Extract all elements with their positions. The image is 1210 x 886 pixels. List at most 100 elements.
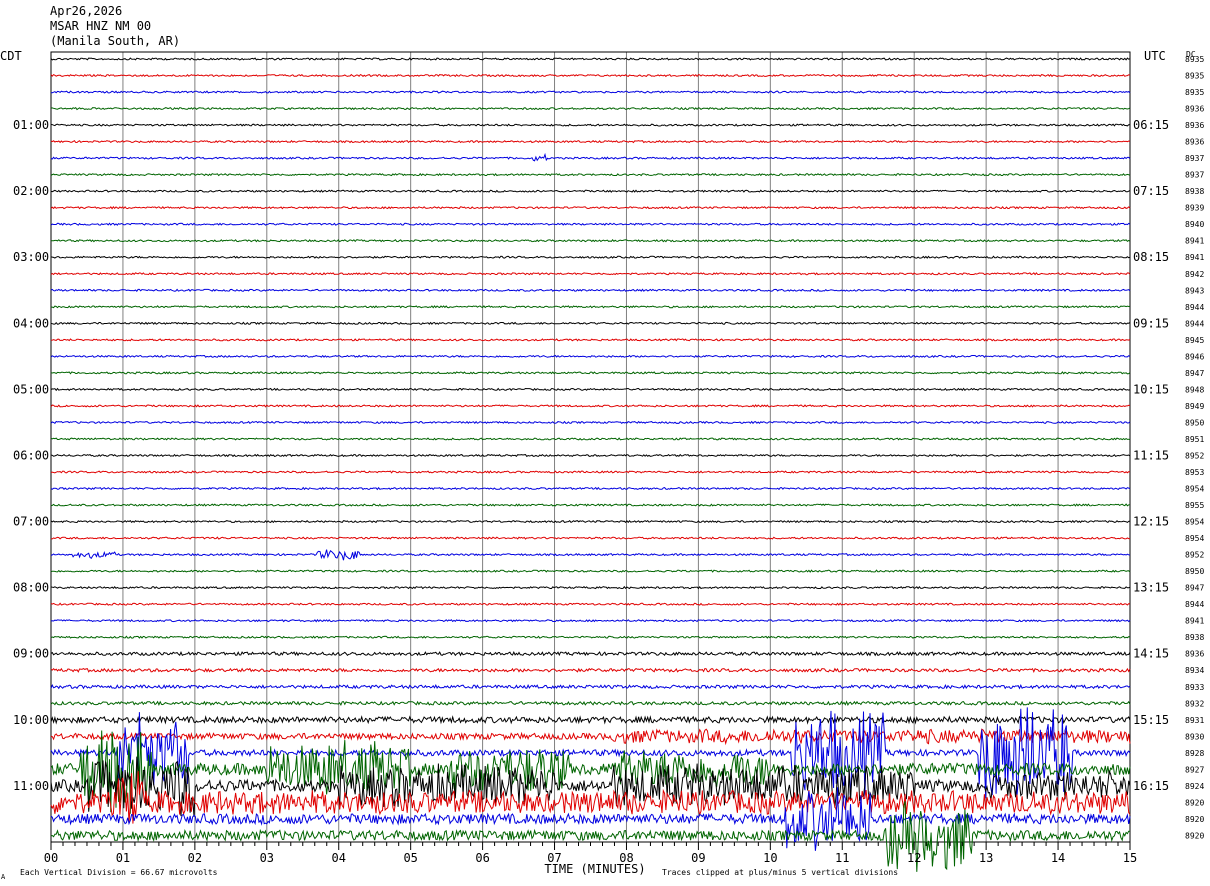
dc-offset-label: 8950: [1185, 567, 1204, 576]
x-tick-label: 10: [763, 851, 777, 865]
dc-offset-label: 8949: [1185, 402, 1204, 411]
trace-line: [50, 189, 1131, 193]
trace-line: [50, 549, 1131, 561]
dc-offset-label: 8954: [1185, 518, 1204, 527]
dc-offset-label: 8934: [1185, 666, 1204, 675]
trace-line: [51, 90, 1131, 94]
trace-line: [50, 272, 1131, 276]
trace-line: [50, 700, 1131, 706]
trace-line: [50, 354, 1131, 358]
trace-line: [50, 715, 1131, 725]
utc-time-label: 12:15: [1133, 515, 1169, 529]
x-tick-label: 06: [475, 851, 489, 865]
trace-line: [50, 57, 1131, 61]
trace-line: [50, 222, 1131, 226]
dc-offset-label: 8936: [1185, 650, 1204, 659]
utc-time-label: 09:15: [1133, 316, 1169, 330]
trace-line: [50, 618, 1131, 623]
corner-mark: A: [1, 873, 6, 881]
dc-offset-label: 8936: [1185, 105, 1204, 114]
dc-offset-label: 8938: [1185, 187, 1204, 196]
dc-offset-label: 8948: [1185, 385, 1204, 394]
utc-time-label: 14:15: [1133, 647, 1169, 661]
x-tick-label: 00: [44, 851, 58, 865]
dc-offset-label: 8920: [1185, 815, 1204, 824]
dc-offset-label: 8955: [1185, 501, 1204, 510]
dc-offset-label: 8937: [1185, 171, 1204, 180]
trace-line: [50, 635, 1131, 639]
trace-line: [50, 519, 1131, 524]
dc-offset-label: 8928: [1185, 749, 1204, 758]
trace-line: [50, 73, 1131, 78]
dc-offset-label: 8936: [1185, 138, 1204, 147]
trace-line: [50, 683, 1131, 690]
trace-line: [50, 437, 1131, 441]
footer-clip-note: Traces clipped at plus/minus 5 vertical …: [662, 868, 898, 877]
trace-line: [50, 667, 1131, 673]
dc-offset-label: 8944: [1185, 600, 1204, 609]
x-tick-label: 05: [403, 851, 417, 865]
cdt-axis-label: CDT: [0, 49, 22, 63]
utc-time-label: 06:15: [1133, 118, 1169, 132]
dc-offset-label: 8947: [1185, 584, 1204, 593]
cdt-time-label: 05:00: [13, 382, 49, 396]
x-tick-label: 03: [260, 851, 274, 865]
dc-offset-label: 8920: [1185, 798, 1204, 807]
dc-label: DC: [1186, 50, 1196, 59]
trace-line: [50, 387, 1131, 392]
trace-line: [50, 152, 1131, 162]
x-axis-title: TIME (MINUTES): [544, 862, 645, 876]
dc-offset-label: 8954: [1185, 534, 1204, 543]
cdt-time-label: 03:00: [13, 250, 49, 264]
trace-line: [50, 569, 1131, 573]
cdt-time-label: 08:00: [13, 581, 49, 595]
trace-line: [50, 602, 1131, 606]
dc-offset-label: 8938: [1185, 633, 1204, 642]
x-tick-label: 13: [979, 851, 993, 865]
cdt-time-label: 01:00: [13, 118, 49, 132]
dc-offset-label: 8942: [1185, 270, 1204, 279]
trace-line: [51, 536, 1131, 540]
x-tick-label: 12: [907, 851, 921, 865]
dc-offset-label: 8933: [1185, 683, 1204, 692]
dc-offset-label: 8941: [1185, 237, 1204, 246]
cdt-time-label: 11:00: [13, 779, 49, 793]
dc-offset-label: 8924: [1185, 782, 1204, 791]
dc-offset-label: 8943: [1185, 286, 1204, 295]
trace-line: [50, 420, 1131, 425]
footer-scale-note: Each Vertical Division = 66.67 microvolt…: [20, 868, 218, 877]
x-tick-label: 02: [188, 851, 202, 865]
trace-line: [51, 239, 1131, 243]
cdt-time-label: 10:00: [13, 713, 49, 727]
dc-offset-label: 8930: [1185, 732, 1204, 741]
dc-offset-label: 8927: [1185, 765, 1204, 774]
x-tick-label: 04: [332, 851, 346, 865]
trace-line: [50, 486, 1131, 491]
trace-line: [50, 404, 1131, 408]
dc-offset-label: 8944: [1185, 319, 1204, 328]
cdt-time-label: 04:00: [13, 316, 49, 330]
utc-time-label: 13:15: [1133, 581, 1169, 595]
trace-line: [50, 453, 1131, 458]
trace-line: [50, 106, 1131, 111]
trace-line: [50, 585, 1131, 590]
x-tick-label: 09: [691, 851, 705, 865]
dc-offset-label: 8954: [1185, 485, 1204, 494]
dc-offset-label: 8935: [1185, 88, 1204, 97]
dc-offset-label: 8945: [1185, 336, 1204, 345]
trace-line: [50, 651, 1131, 657]
dc-offset-label: 8952: [1185, 551, 1204, 560]
seismogram-chart: 8935893589358936893689368937893789388939…: [0, 49, 1204, 881]
trace-line: [50, 338, 1131, 342]
cdt-time-label: 09:00: [13, 647, 49, 661]
dc-offset-label: 8950: [1185, 418, 1204, 427]
trace-line: [50, 470, 1131, 474]
dc-offset-label: 8940: [1185, 220, 1204, 229]
utc-time-label: 15:15: [1133, 713, 1169, 727]
dc-offset-label: 8937: [1185, 154, 1204, 163]
x-tick-label: 14: [1051, 851, 1065, 865]
x-tick-label: 15: [1123, 851, 1137, 865]
trace-line: [50, 503, 1131, 507]
dc-offset-label: 8931: [1185, 716, 1204, 725]
trace-line: [50, 728, 1131, 746]
